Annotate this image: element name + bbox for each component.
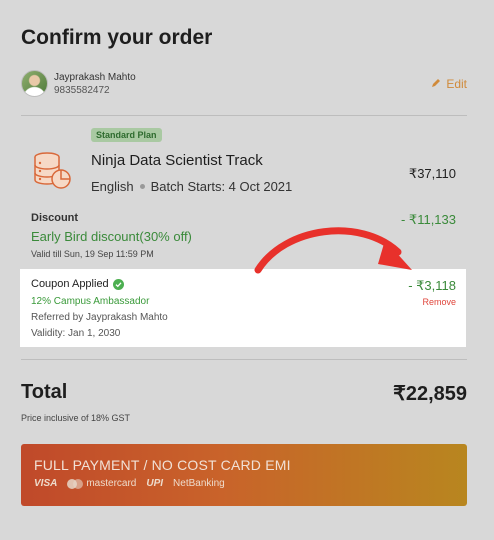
data-science-icon: [30, 150, 72, 192]
mastercard-icon: [67, 478, 84, 489]
course-price: ₹37,110: [408, 166, 456, 181]
coupon-validity: Validity: Jan 1, 2030: [31, 328, 121, 339]
discount-valid-till: Valid till Sun, 19 Sep 11:59 PM: [31, 249, 154, 259]
edit-label: Edit: [446, 77, 467, 91]
coupon-name: 12% Campus Ambassador: [31, 296, 150, 307]
remove-coupon-button[interactable]: Remove: [422, 297, 456, 307]
course-language: English: [91, 179, 134, 194]
mastercard-label: mastercard: [86, 478, 137, 489]
user-row: Jayprakash Mahto 9835582472 Edit: [21, 70, 467, 100]
payment-button-label: FULL PAYMENT / NO COST CARD EMI: [34, 457, 291, 473]
upi-logo: UPI: [146, 478, 164, 489]
avatar: [21, 70, 48, 97]
netbanking-label: NetBanking: [173, 478, 225, 489]
coupon-amount: - ₹3,118: [408, 278, 456, 293]
coupon-title-text: Coupon Applied: [31, 278, 109, 290]
check-circle-icon: [112, 278, 124, 290]
coupon-title: Coupon Applied: [31, 278, 124, 290]
user-phone: 9835582472: [54, 85, 110, 96]
annotation-arrow-icon: [254, 227, 412, 274]
course-meta: English Batch Starts: 4 Oct 2021: [91, 179, 292, 194]
pencil-icon: [431, 77, 441, 91]
page-title: Confirm your order: [21, 26, 213, 49]
visa-logo: VISA: [34, 478, 58, 489]
plan-badge: Standard Plan: [91, 128, 162, 142]
total-note: Price inclusive of 18% GST: [21, 413, 131, 423]
mastercard-logo: mastercard: [67, 478, 136, 489]
divider: [21, 115, 467, 116]
discount-label: Discount: [31, 212, 79, 224]
discount-description: Early Bird discount(30% off): [31, 229, 192, 244]
user-name: Jayprakash Mahto: [54, 72, 136, 83]
total-amount: ₹22,859: [393, 383, 467, 405]
payment-methods: VISA mastercard UPI NetBanking: [34, 478, 225, 489]
full-payment-button[interactable]: FULL PAYMENT / NO COST CARD EMI VISA mas…: [21, 444, 467, 506]
course-title: Ninja Data Scientist Track: [91, 152, 263, 169]
divider: [21, 359, 467, 360]
coupon-card: Coupon Applied 12% Campus Ambassador Ref…: [20, 269, 466, 347]
edit-button[interactable]: Edit: [431, 77, 467, 91]
coupon-referred-by: Referred by Jayprakash Mahto: [31, 312, 168, 323]
separator-dot: [139, 184, 145, 189]
total-label: Total: [21, 381, 68, 403]
course-batch: Batch Starts: 4 Oct 2021: [150, 179, 293, 194]
